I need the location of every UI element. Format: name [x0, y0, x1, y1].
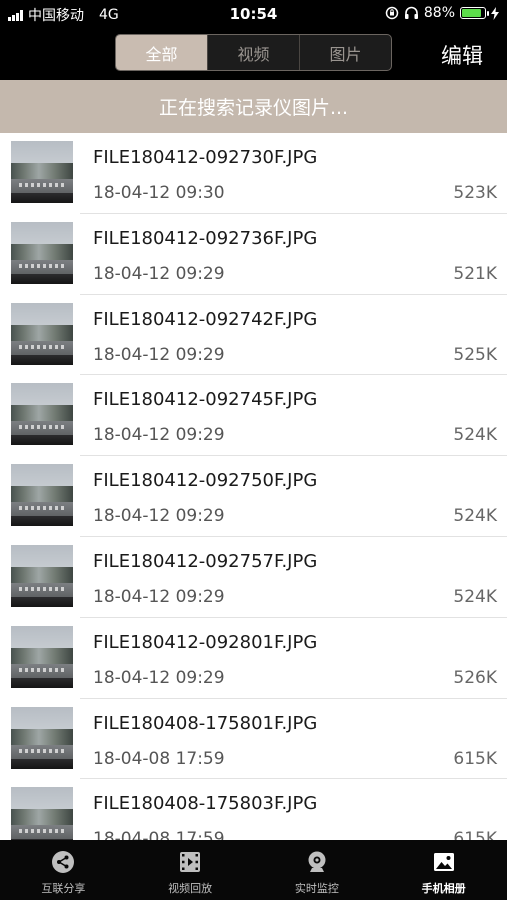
- tab-label: 视频回放: [168, 882, 213, 895]
- file-thumbnail[interactable]: [11, 706, 73, 769]
- file-thumbnail[interactable]: [11, 625, 73, 688]
- file-thumbnail[interactable]: [11, 787, 73, 840]
- status-bar: 中国移动 4G 10:54 88%: [0, 0, 507, 28]
- file-thumbnail[interactable]: [11, 464, 73, 527]
- file-date: 18-04-12 09:29: [93, 344, 225, 365]
- headphones-icon: [404, 6, 418, 19]
- tab-photo[interactable]: 手机相册: [380, 840, 507, 900]
- file-date: 18-04-12 09:29: [93, 425, 225, 446]
- file-date: 18-04-08 17:59: [93, 829, 225, 840]
- file-row[interactable]: FILE180412-092745F.JPG 18-04-12 09:29 524K: [0, 375, 507, 456]
- filter-segmented-control: 全部 视频 图片: [115, 34, 392, 71]
- file-size: 615K: [453, 829, 497, 840]
- file-date: 18-04-12 09:29: [93, 586, 225, 607]
- file-thumbnail[interactable]: [11, 544, 73, 607]
- file-name: FILE180412-092757F.JPG: [93, 550, 318, 572]
- segment-1[interactable]: 视频: [208, 35, 300, 70]
- file-row[interactable]: FILE180412-092736F.JPG 18-04-12 09:29 521K: [0, 214, 507, 295]
- file-date: 18-04-08 17:59: [93, 748, 225, 769]
- file-date: 18-04-12 09:30: [93, 183, 225, 203]
- file-row[interactable]: FILE180412-092750F.JPG 18-04-12 09:29 524K: [0, 456, 507, 537]
- file-thumbnail[interactable]: [11, 302, 73, 365]
- segment-0[interactable]: 全部: [116, 35, 208, 70]
- tab-film[interactable]: 视频回放: [127, 840, 254, 900]
- file-name: FILE180412-092730F.JPG: [93, 147, 318, 168]
- file-row[interactable]: FILE180412-092757F.JPG 18-04-12 09:29 524K: [0, 537, 507, 618]
- orientation-lock-icon: [385, 6, 399, 20]
- status-right: 88%: [385, 5, 499, 21]
- search-status-banner: 正在搜索记录仪图片...: [0, 80, 507, 133]
- file-name: FILE180408-175803F.JPG: [93, 793, 318, 815]
- tab-camera[interactable]: 实时监控: [254, 840, 381, 900]
- file-size: 615K: [453, 748, 497, 769]
- file-date: 18-04-12 09:29: [93, 263, 225, 284]
- segment-2[interactable]: 图片: [300, 35, 391, 70]
- file-thumbnail[interactable]: [11, 141, 73, 203]
- file-name: FILE180412-092736F.JPG: [93, 227, 318, 249]
- share-icon: [49, 848, 77, 876]
- photo-icon: [430, 848, 458, 876]
- file-size: 523K: [453, 183, 497, 203]
- file-name: FILE180408-175801F.JPG: [93, 712, 318, 734]
- tab-label: 互联分享: [41, 882, 86, 895]
- tab-share[interactable]: 互联分享: [0, 840, 127, 900]
- charging-icon: [491, 6, 499, 20]
- battery-percent: 88%: [423, 5, 455, 21]
- camera-icon: [303, 848, 331, 876]
- file-name: FILE180412-092801F.JPG: [93, 631, 318, 653]
- file-name: FILE180412-092742F.JPG: [93, 308, 318, 330]
- file-size: 524K: [453, 425, 497, 446]
- tab-label: 实时监控: [294, 882, 339, 895]
- file-date: 18-04-12 09:29: [93, 506, 225, 527]
- file-size: 521K: [453, 263, 497, 284]
- edit-button[interactable]: 编辑: [441, 40, 483, 70]
- tab-bar: 互联分享 视频回放 实时监控 手机相册: [0, 840, 507, 900]
- file-name: FILE180412-092750F.JPG: [93, 470, 318, 492]
- file-date: 18-04-12 09:29: [93, 667, 225, 688]
- file-row[interactable]: FILE180408-175803F.JPG 18-04-08 17:59 615K: [0, 779, 507, 840]
- battery-icon: [460, 7, 489, 19]
- film-icon: [176, 848, 204, 876]
- file-row[interactable]: FILE180408-175801F.JPG 18-04-08 17:59 615K: [0, 699, 507, 780]
- file-row[interactable]: FILE180412-092742F.JPG 18-04-12 09:29 525K: [0, 295, 507, 376]
- file-size: 524K: [453, 506, 497, 527]
- tab-label: 手机相册: [421, 882, 466, 895]
- file-row[interactable]: FILE180412-092801F.JPG 18-04-12 09:29 526K: [0, 618, 507, 699]
- file-row[interactable]: FILE180412-092730F.JPG 18-04-12 09:30 523K: [0, 133, 507, 214]
- file-list[interactable]: FILE180412-092730F.JPG 18-04-12 09:30 523K…: [0, 133, 507, 840]
- file-size: 525K: [453, 344, 497, 365]
- file-size: 524K: [453, 586, 497, 607]
- file-size: 526K: [453, 667, 497, 688]
- file-thumbnail[interactable]: [11, 221, 73, 284]
- file-name: FILE180412-092745F.JPG: [93, 389, 318, 411]
- nav-bar: 全部 视频 图片 编辑: [0, 28, 507, 80]
- file-thumbnail[interactable]: [11, 383, 73, 446]
